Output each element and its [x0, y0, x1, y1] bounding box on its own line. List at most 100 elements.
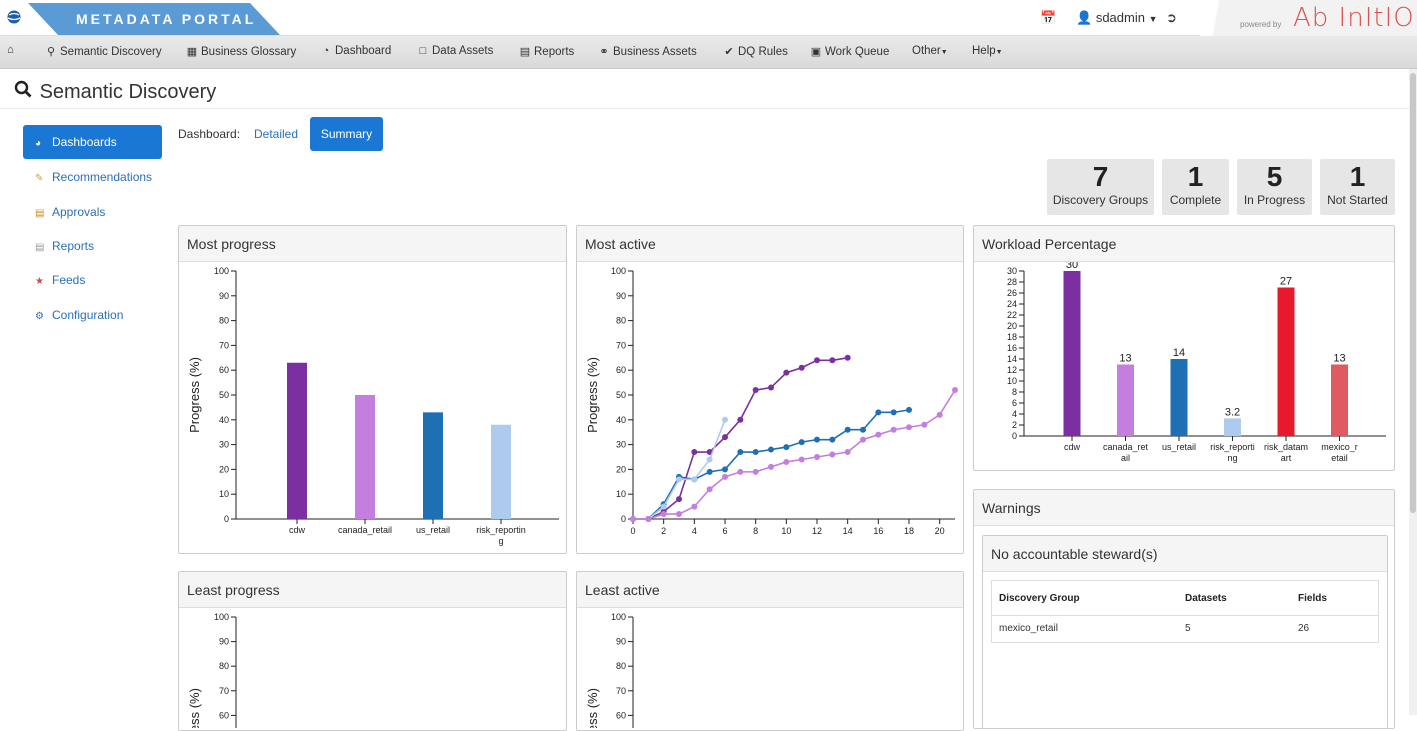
data-point — [783, 458, 790, 465]
y-tick-label: 60 — [616, 365, 626, 375]
bar-us-retail — [1170, 359, 1188, 436]
data-point — [676, 476, 682, 483]
workload-chart: 024681012141618202224262830cdw30canada_r… — [1007, 262, 1386, 463]
data-point — [890, 426, 897, 433]
stat-value: 1 — [1349, 161, 1366, 192]
home-icon[interactable]: ⌂ — [7, 44, 14, 56]
nav-other[interactable]: Other▼ — [912, 45, 948, 57]
y-tick-label: 22 — [1007, 310, 1017, 320]
no-steward-panel: No accountable steward(s) Discovery Grou… — [982, 535, 1388, 728]
data-point — [936, 411, 943, 418]
y-tick-label: 6 — [1012, 398, 1017, 408]
caret-down-icon: ▼ — [940, 49, 948, 56]
data-point — [752, 387, 759, 394]
scrollbar-thumb[interactable] — [1410, 73, 1416, 513]
stat-value: 7 — [1092, 161, 1109, 192]
data-point — [783, 444, 790, 451]
table-row[interactable]: mexico_retail 5 26 — [992, 616, 1378, 642]
recommendation-icon: ✎ — [35, 173, 44, 184]
data-point — [660, 511, 667, 518]
warnings-table: Discovery Group Datasets Fields mexico_r… — [991, 580, 1379, 643]
x-tick-label: ng — [1227, 453, 1237, 463]
data-point — [860, 426, 866, 433]
vendor-branding: powered by Ab InItIO — [1200, 0, 1417, 36]
stat-label: Complete — [1169, 193, 1222, 207]
x-tick-label: 6 — [722, 526, 727, 536]
data-point — [829, 436, 836, 443]
nav-data-assets[interactable]: □ Data Assets — [417, 45, 494, 57]
bar-us-retail — [423, 412, 443, 519]
nav-dq-rules[interactable]: ✔ DQ Rules — [723, 45, 787, 58]
data-point — [814, 454, 820, 460]
header-discovery-group: Discovery Group — [999, 593, 1080, 604]
nav-semantic-discovery[interactable]: ⚲ Semantic Discovery — [45, 45, 162, 58]
nav-business-glossary[interactable]: ▦ Business Glossary — [186, 45, 296, 58]
data-point — [798, 456, 805, 463]
page-scrollbar[interactable] — [1409, 69, 1417, 715]
dashboard-label: Dashboard: — [178, 127, 241, 141]
y-tick-label: 100 — [214, 612, 229, 622]
cell-datasets: 5 — [1185, 623, 1191, 634]
most-progress-panel: Most progress 0 10 20 30 40 50 60 70 80 90 100 Prog… — [178, 225, 567, 554]
sidebar-item-recommendations[interactable]: ✎ Recommendations — [23, 160, 162, 194]
stat-in-progress: 5 In Progress — [1237, 159, 1312, 215]
y-tick-label: 12 — [1007, 365, 1017, 375]
x-tick-label: canada_retail — [338, 525, 392, 535]
nav-help[interactable]: Help▼ — [972, 45, 1003, 57]
summary-button[interactable]: Summary — [310, 117, 383, 151]
y-tick-label: 80 — [616, 661, 626, 671]
data-point — [752, 449, 759, 456]
data-point — [630, 516, 636, 522]
brand-banner[interactable]: METADATA PORTAL — [28, 3, 280, 35]
y-tick-label: 50 — [616, 390, 626, 400]
least-progress-panel: Least progress 60 70 80 90 100 Progress (%) — [178, 571, 567, 731]
x-tick-label: 8 — [753, 526, 758, 536]
x-tick-label: 14 — [843, 526, 853, 536]
y-tick-label: 18 — [1007, 332, 1017, 342]
share-icon: ⚭ — [599, 46, 609, 58]
data-point — [798, 439, 805, 446]
data-label: 30 — [1066, 262, 1078, 271]
nav-dashboard[interactable]: ◔ Dashboard — [320, 45, 392, 57]
sidebar-item-reports[interactable]: ▤ Reports — [23, 229, 162, 263]
x-tick-label: 18 — [904, 526, 914, 536]
sidebar-item-dashboards[interactable]: ◕ Dashboards — [23, 125, 162, 159]
y-tick-label: 90 — [219, 291, 229, 301]
nav-reports[interactable]: ▤ Reports — [519, 45, 574, 58]
x-tick-label: g — [498, 536, 503, 546]
logout-icon[interactable]: ➲ — [1166, 10, 1177, 26]
user-menu[interactable]: 👤 sdadmin ▼ — [1076, 10, 1158, 26]
header-fields: Fields — [1298, 593, 1327, 604]
y-tick-label: 14 — [1007, 354, 1017, 364]
globe-logo-icon — [7, 10, 21, 24]
y-tick-label: 10 — [219, 489, 229, 499]
sidebar-item-configuration[interactable]: ⚙ Configuration — [23, 298, 162, 332]
x-tick-label: 2 — [661, 526, 666, 536]
user-name: sdadmin — [1095, 10, 1145, 25]
most-active-chart: 0 10 20 30 40 50 60 70 80 90 100 Progress (%) 0 2 4 6 8 1… — [585, 266, 958, 536]
bar-mexico-retail — [1331, 364, 1348, 436]
least-active-panel: Least active 60 70 80 90 100 Progress (%) — [576, 571, 964, 731]
detailed-link[interactable]: Detailed — [254, 127, 298, 141]
inbox-icon: ▣ — [810, 46, 822, 58]
y-tick-label: 2 — [1012, 420, 1017, 430]
nav-business-assets[interactable]: ⚭ Business Assets — [598, 45, 696, 58]
y-tick-label: 60 — [219, 365, 229, 375]
y-tick-label: 50 — [219, 390, 229, 400]
x-tick-label: cdw — [289, 525, 306, 535]
stat-value: 5 — [1266, 161, 1283, 192]
data-point — [691, 503, 698, 510]
stat-value: 1 — [1187, 161, 1204, 192]
y-tick-label: 30 — [616, 440, 626, 450]
calendar-icon[interactable]: 📅 — [1040, 10, 1056, 26]
page-title-text: Semantic Discovery — [39, 81, 217, 103]
nav-work-queue[interactable]: ▣ Work Queue — [810, 45, 890, 58]
y-tick-label: 30 — [1007, 266, 1017, 276]
y-axis-label: Progress (%) — [187, 357, 202, 433]
powered-by-text: powered by — [1240, 20, 1282, 29]
y-axis-label: Progress (%) — [187, 688, 202, 728]
sidebar-item-approvals[interactable]: ▤ Approvals — [23, 195, 162, 229]
x-tick-label: us_retail — [1162, 442, 1196, 452]
x-tick-label: 4 — [692, 526, 697, 536]
sidebar-item-feeds[interactable]: ★ Feeds — [23, 263, 162, 297]
